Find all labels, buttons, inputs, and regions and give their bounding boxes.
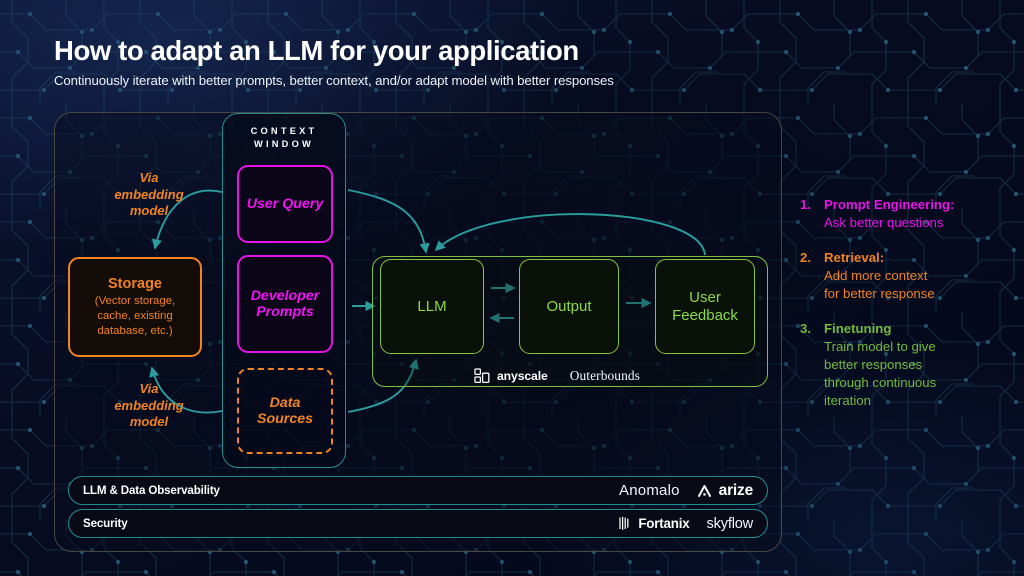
- step-2-title: Retrieval:: [824, 249, 885, 265]
- step-3-body: Finetuning Train model to give better res…: [824, 320, 1010, 410]
- fortanix-mark-icon: [619, 516, 629, 530]
- box-user-feedback-label: User Feedback: [672, 288, 738, 324]
- box-data-sources[interactable]: Data Sources: [237, 368, 333, 454]
- box-llm[interactable]: LLM: [380, 259, 484, 354]
- step-1-body: Prompt Engineering: Ask better questions: [824, 196, 1010, 232]
- via-embedding-label-top: Via embedding model: [114, 170, 184, 219]
- bar-security-label: Security: [83, 517, 128, 530]
- fortanix-label: Fortanix: [638, 516, 690, 531]
- step-3-desc: Train model to give better responses throu…: [824, 338, 937, 408]
- steps-list: 1. Prompt Engineering: Ask better questi…: [800, 196, 1010, 427]
- page-subtitle: Continuously iterate with better prompts…: [54, 73, 614, 89]
- arize-label: arize: [718, 481, 754, 499]
- box-llm-label: LLM: [417, 297, 447, 315]
- vendor-arize: arize: [697, 482, 753, 500]
- anyscale-blocks-icon: [474, 368, 490, 384]
- context-window-title-line1: CONTEXT: [250, 126, 318, 136]
- step-2-body: Retrieval: Add more context for better re…: [824, 249, 1010, 303]
- step-1-desc: Ask better questions: [824, 214, 944, 230]
- context-window-title-line2: WINDOW: [254, 139, 314, 150]
- bar-security: Security Fortanix skyflow: [68, 509, 768, 538]
- storage-detail: (Vector storage, cache, existing database,…: [94, 295, 176, 337]
- step-1-number: 1.: [800, 197, 811, 212]
- step-2-number: 2.: [800, 249, 811, 265]
- skyflow-label: skyflow: [706, 515, 754, 532]
- step-1-title: Prompt Engineering:: [824, 197, 955, 212]
- anyscale-label: anyscale: [497, 369, 548, 383]
- box-output-label: Output: [546, 297, 592, 315]
- box-developer-prompts[interactable]: Developer Prompts: [237, 255, 333, 353]
- via-embedding-label-bottom: Via embedding model: [114, 381, 184, 430]
- box-user-query-label: User Query: [246, 195, 324, 212]
- step-2-desc: Add more context for better response: [824, 267, 935, 301]
- arize-chevron-icon: [697, 484, 711, 497]
- step-item-1: 1. Prompt Engineering: Ask better questi…: [800, 196, 1010, 232]
- box-output[interactable]: Output: [519, 259, 619, 354]
- vendor-fortanix: Fortanix: [618, 516, 690, 531]
- header: How to adapt an LLM for your application…: [54, 35, 614, 89]
- pipeline-vendor-logos: anyscale Outerbounds: [474, 366, 640, 386]
- outerbounds-label: Outerbounds: [569, 368, 640, 383]
- step-item-2: 2. Retrieval: Add more context for better…: [800, 249, 1010, 303]
- bar-observability-logos: Anomalo arize: [619, 482, 753, 500]
- step-3-title: Finetuning: [824, 320, 892, 336]
- box-data-sources-label: Data Sources: [257, 394, 313, 427]
- context-window-panel: CONTEXT WINDOW User Query Developer Promp…: [222, 113, 346, 468]
- vendor-outerbounds: Outerbounds: [570, 368, 640, 384]
- vendor-anyscale: anyscale: [474, 368, 548, 384]
- bar-observability-label: LLM & Data Observability: [83, 484, 220, 497]
- context-window-title: CONTEXT WINDOW: [223, 125, 345, 152]
- step-3-number: 3.: [800, 320, 811, 336]
- box-user-feedback[interactable]: User Feedback: [655, 259, 755, 354]
- storage-title: Storage: [108, 275, 162, 292]
- box-storage[interactable]: Storage (Vector storage, cache, existing d…: [68, 257, 202, 357]
- box-developer-prompts-label: Developer Prompts: [250, 287, 320, 320]
- page-title: How to adapt an LLM for your application: [54, 35, 579, 66]
- step-item-3: 3. Finetuning Train model to give better …: [800, 320, 1010, 410]
- box-user-query[interactable]: User Query: [237, 165, 333, 243]
- bar-llm-data-observability: LLM & Data Observability Anomalo arize: [68, 476, 768, 505]
- anomalo-label: Anomalo: [619, 482, 680, 499]
- bar-security-logos: Fortanix skyflow: [618, 516, 753, 532]
